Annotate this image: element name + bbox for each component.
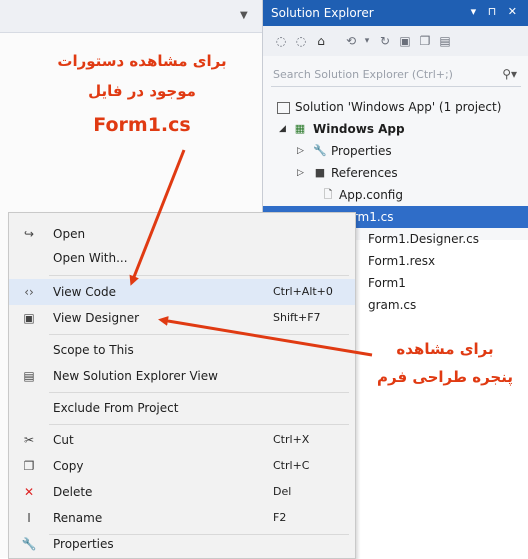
copy-icon: ❐ [23,459,35,473]
menu-item-scope-to-this[interactable]: Scope to This [9,337,355,363]
tree-item-project[interactable]: ◢ ▦ Windows App [263,118,528,140]
cut-icon: ✂ [23,433,35,447]
code-icon: ‹› [24,285,34,299]
annotation-code-line2: موجود در فایل [88,82,196,100]
menu-item-new-solution-explorer-view[interactable]: ▤ New Solution Explorer View [9,363,355,389]
collapsed-arrow-icon[interactable]: ▷ [297,162,304,184]
sync-icon[interactable]: ⟲ [343,33,359,49]
search-icon[interactable]: ⚲▾ [502,67,517,81]
tree-item-appconfig[interactable]: 🗋 App.config [263,184,528,206]
tree-item-form1-designer[interactable]: Form1.Designer.cs [354,228,528,250]
menu-separator [49,334,349,335]
tree-item-form1-class[interactable]: Form1 [354,272,528,294]
dropdown-arrow-icon[interactable]: ▼ [240,10,252,22]
menu-item-view-code[interactable]: ‹› View Code Ctrl+Alt+0 [9,279,355,305]
refresh-icon[interactable]: ↻ [377,33,393,49]
open-icon: ↪ [23,227,35,241]
wrench-icon: 🔧 [313,144,327,157]
expanded-arrow-icon[interactable]: ◢ [279,118,286,140]
menu-item-rename[interactable]: I Rename F2 [9,505,355,531]
search-box[interactable]: Search Solution Explorer (Ctrl+;) ⚲▾ [271,64,521,87]
tree-item-solution[interactable]: Solution 'Windows App' (1 project) [263,96,528,118]
solution-explorer-panel: Solution Explorer ▾ ⊓ ✕ ◌ ◌ ⌂ ⟲ ▾ ↻ ▣ ❐ … [262,0,528,240]
collapse-icon[interactable]: ▣ [397,33,413,49]
designer-icon: ▣ [23,311,35,325]
forward-icon[interactable]: ◌ [293,33,309,49]
tree-item-references[interactable]: ▷ ■ References [263,162,528,184]
references-icon: ■ [314,166,326,179]
tree-item-form1-resx[interactable]: Form1.resx [354,250,528,272]
show-all-icon[interactable]: ▤ [437,33,453,49]
menu-item-open[interactable]: ↪ Open [9,221,355,247]
sync-dropdown-icon[interactable]: ▾ [359,33,375,49]
delete-icon: ✕ [23,485,35,499]
tree-item-properties[interactable]: ▷ 🔧 Properties [263,140,528,162]
home-icon[interactable]: ⌂ [313,33,329,49]
menu-item-cut[interactable]: ✂ Cut Ctrl+X [9,427,355,453]
rename-icon: I [27,511,31,525]
new-view-icon: ▤ [23,369,35,383]
back-icon[interactable]: ◌ [273,33,289,49]
menu-item-properties[interactable]: 🔧 Properties [9,531,355,557]
annotation-designer-line1: برای مشاهده [396,340,494,358]
menu-item-exclude-from-project[interactable]: Exclude From Project [9,395,355,421]
solution-explorer-title-bar: Solution Explorer ▾ ⊓ ✕ [263,0,528,26]
menu-separator [49,275,349,276]
copy-icon[interactable]: ❐ [417,33,433,49]
menu-item-view-designer[interactable]: ▣ View Designer Shift+F7 [9,305,355,331]
context-menu: ↪ Open Open With... ‹› View Code Ctrl+Al… [8,212,356,559]
solution-explorer-toolbar: ◌ ◌ ⌂ ⟲ ▾ ↻ ▣ ❐ ▤ [263,26,528,56]
panel-title: Solution Explorer [271,6,374,20]
menu-item-copy[interactable]: ❐ Copy Ctrl+C [9,453,355,479]
annotation-designer-line2: پنجره طراحی فرم [377,368,513,386]
search-input[interactable]: Search Solution Explorer (Ctrl+;) [273,68,453,81]
tree-item-program-cs[interactable]: gram.cs [354,294,528,316]
menu-item-delete[interactable]: ✕ Delete Del [9,479,355,505]
config-file-icon: 🗋 [323,188,333,201]
solution-icon [277,102,290,114]
editor-tab-strip: ▼ [0,0,262,33]
annotation-code-filename: Form1.cs [93,114,191,136]
menu-separator [49,392,349,393]
panel-window-controls[interactable]: ▾ ⊓ ✕ [471,5,521,18]
wrench-icon: 🔧 [21,537,37,551]
annotation-code-line1: برای مشاهده دستورات [57,52,227,70]
menu-item-open-with[interactable]: Open With... [9,245,355,271]
menu-separator [49,424,349,425]
collapsed-arrow-icon[interactable]: ▷ [297,140,304,162]
project-icon: ▦ [294,122,306,135]
